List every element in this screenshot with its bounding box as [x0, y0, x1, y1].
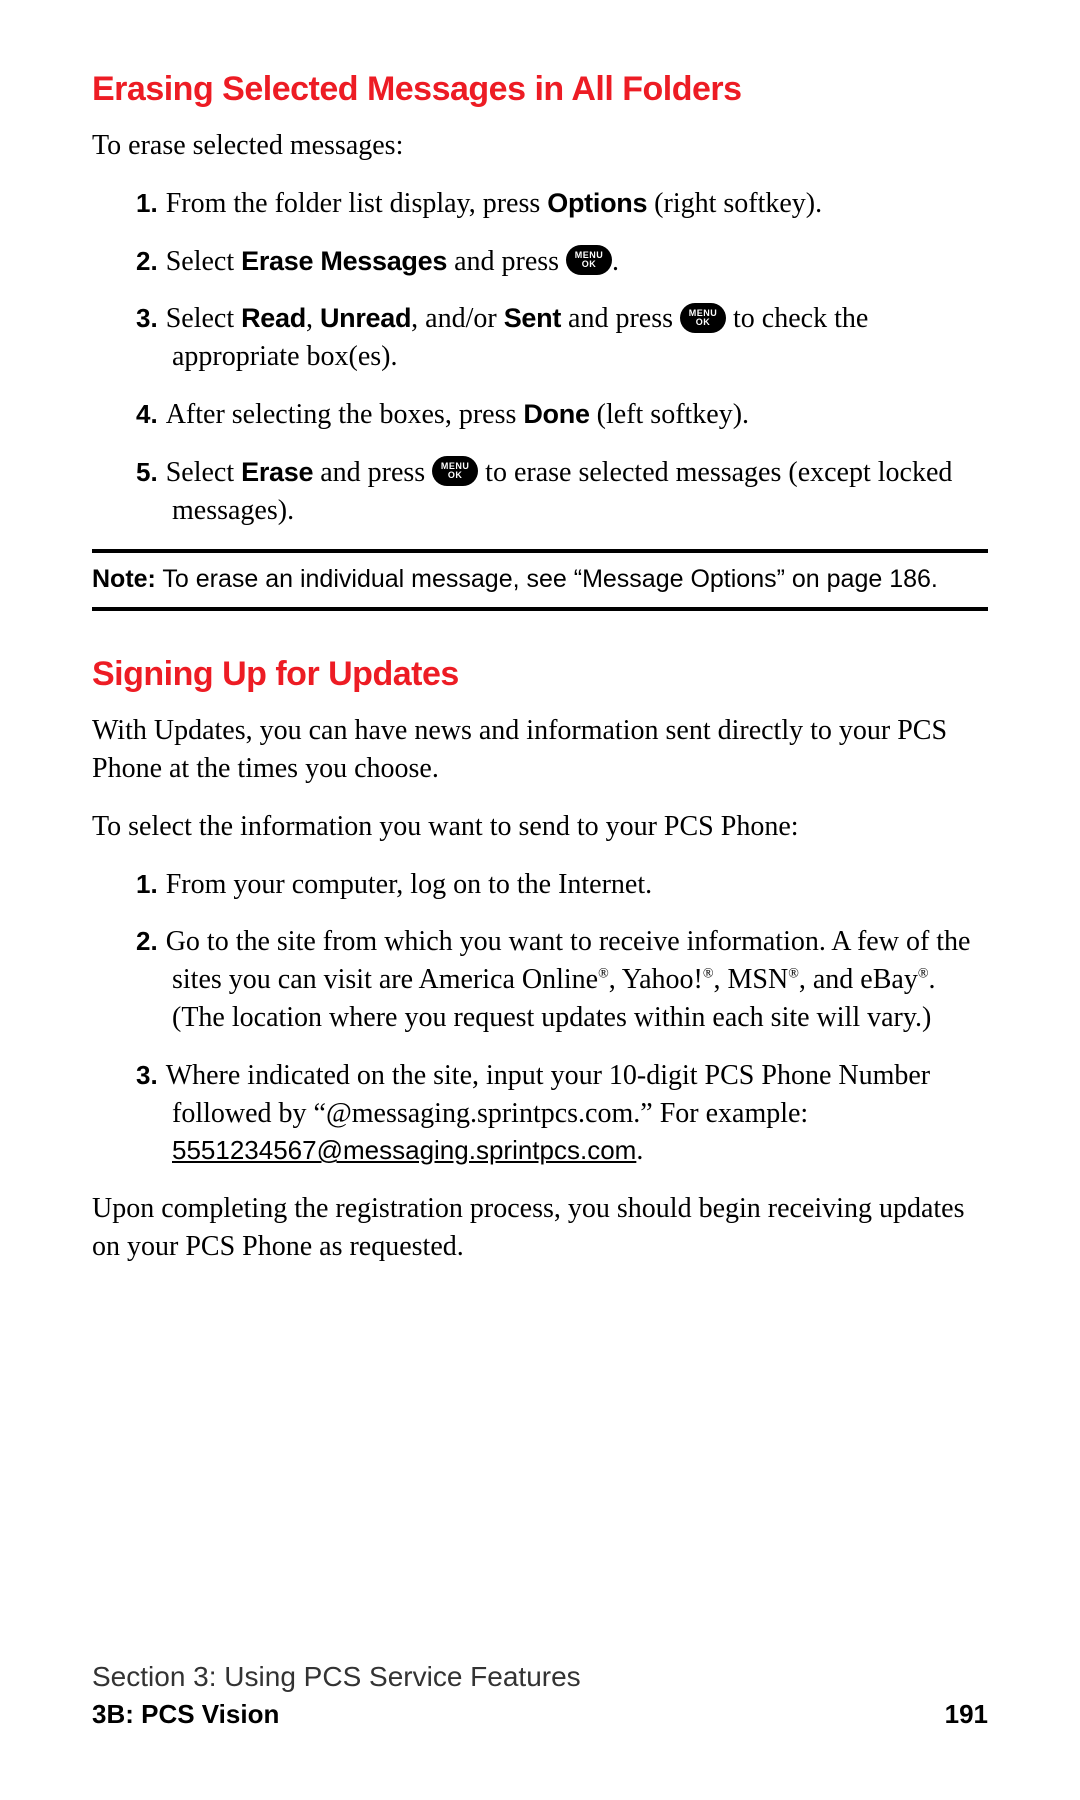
step-text: and press	[447, 246, 566, 277]
page-number: 191	[945, 1699, 988, 1730]
ui-label-read: Read	[241, 303, 306, 333]
step-3: 3.Where indicated on the site, input you…	[92, 1057, 988, 1170]
note-label: Note:	[92, 565, 156, 593]
step-number: 2.	[136, 246, 166, 276]
step-4: 4.After selecting the boxes, press Done …	[92, 396, 988, 434]
updates-p3: Upon completing the registration process…	[92, 1190, 988, 1266]
step-text: (left softkey).	[590, 399, 749, 430]
step-text: Select	[166, 303, 241, 334]
step-text: Select	[166, 246, 241, 277]
step-5: 5.Select Erase and press MENUOK to erase…	[92, 454, 988, 530]
step-text: .	[612, 246, 619, 277]
step-text: ,	[306, 303, 320, 334]
steps-updates: 1.From your computer, log on to the Inte…	[92, 866, 988, 1171]
step-number: 3.	[136, 303, 166, 333]
menu-ok-key-icon: MENUOK	[566, 245, 612, 275]
updates-p2: To select the information you want to se…	[92, 808, 988, 846]
step-text: Select	[166, 457, 241, 488]
intro-erasing: To erase selected messages:	[92, 127, 988, 165]
manual-page: Erasing Selected Messages in All Folders…	[0, 0, 1080, 1800]
step-number: 5.	[136, 457, 166, 487]
registered-mark-icon: ®	[598, 967, 609, 982]
ui-label-erase-messages: Erase Messages	[241, 246, 447, 276]
footer-section-title: Section 3: Using PCS Service Features	[92, 1661, 988, 1693]
step-number: 1.	[136, 188, 166, 218]
ui-label-unread: Unread	[320, 303, 411, 333]
registered-mark-icon: ®	[918, 967, 929, 982]
step-text: , MSN	[714, 964, 789, 995]
example-email: 5551234567@messaging.sprintpcs.com	[172, 1135, 636, 1165]
page-footer: Section 3: Using PCS Service Features 3B…	[92, 1661, 988, 1730]
step-text: , and eBay	[799, 964, 918, 995]
updates-p1: With Updates, you can have news and info…	[92, 712, 988, 788]
step-3: 3.Select Read, Unread, and/or Sent and p…	[92, 300, 988, 376]
step-2: 2.Go to the site from which you want to …	[92, 923, 988, 1036]
section-updates: Signing Up for Updates With Updates, you…	[92, 655, 988, 1266]
step-text: From your computer, log on to the Intern…	[166, 869, 652, 900]
note-text: To erase an individual message, see “Mes…	[156, 565, 938, 593]
step-text: , Yahoo!	[609, 964, 703, 995]
step-text: and press	[561, 303, 680, 334]
step-text: , and/or	[411, 303, 504, 334]
ui-label-options: Options	[547, 188, 647, 218]
step-1: 1.From the folder list display, press Op…	[92, 185, 988, 223]
step-text: Where indicated on the site, input your …	[166, 1060, 930, 1129]
step-number: 3.	[136, 1060, 166, 1090]
step-text: .	[636, 1135, 643, 1166]
menu-ok-key-icon: MENUOK	[680, 303, 726, 333]
ui-label-sent: Sent	[504, 303, 561, 333]
step-number: 2.	[136, 926, 166, 956]
step-2: 2.Select Erase Messages and press MENUOK…	[92, 243, 988, 281]
step-text: From the folder list display, press	[166, 188, 548, 219]
step-1: 1.From your computer, log on to the Inte…	[92, 866, 988, 904]
registered-mark-icon: ®	[788, 967, 799, 982]
steps-erasing: 1.From the folder list display, press Op…	[92, 185, 988, 530]
note-box: Note: To erase an individual message, se…	[92, 549, 988, 611]
registered-mark-icon: ®	[703, 967, 714, 982]
step-text: (right softkey).	[647, 188, 822, 219]
step-number: 4.	[136, 399, 166, 429]
heading-updates: Signing Up for Updates	[92, 655, 988, 694]
step-text: After selecting the boxes, press	[166, 399, 524, 430]
menu-ok-key-icon: MENUOK	[432, 456, 478, 486]
ui-label-erase: Erase	[241, 457, 313, 487]
step-number: 1.	[136, 869, 166, 899]
step-text: and press	[313, 457, 432, 488]
ui-label-done: Done	[523, 399, 589, 429]
footer-subsection: 3B: PCS Vision	[92, 1699, 279, 1730]
heading-erasing: Erasing Selected Messages in All Folders	[92, 70, 988, 109]
